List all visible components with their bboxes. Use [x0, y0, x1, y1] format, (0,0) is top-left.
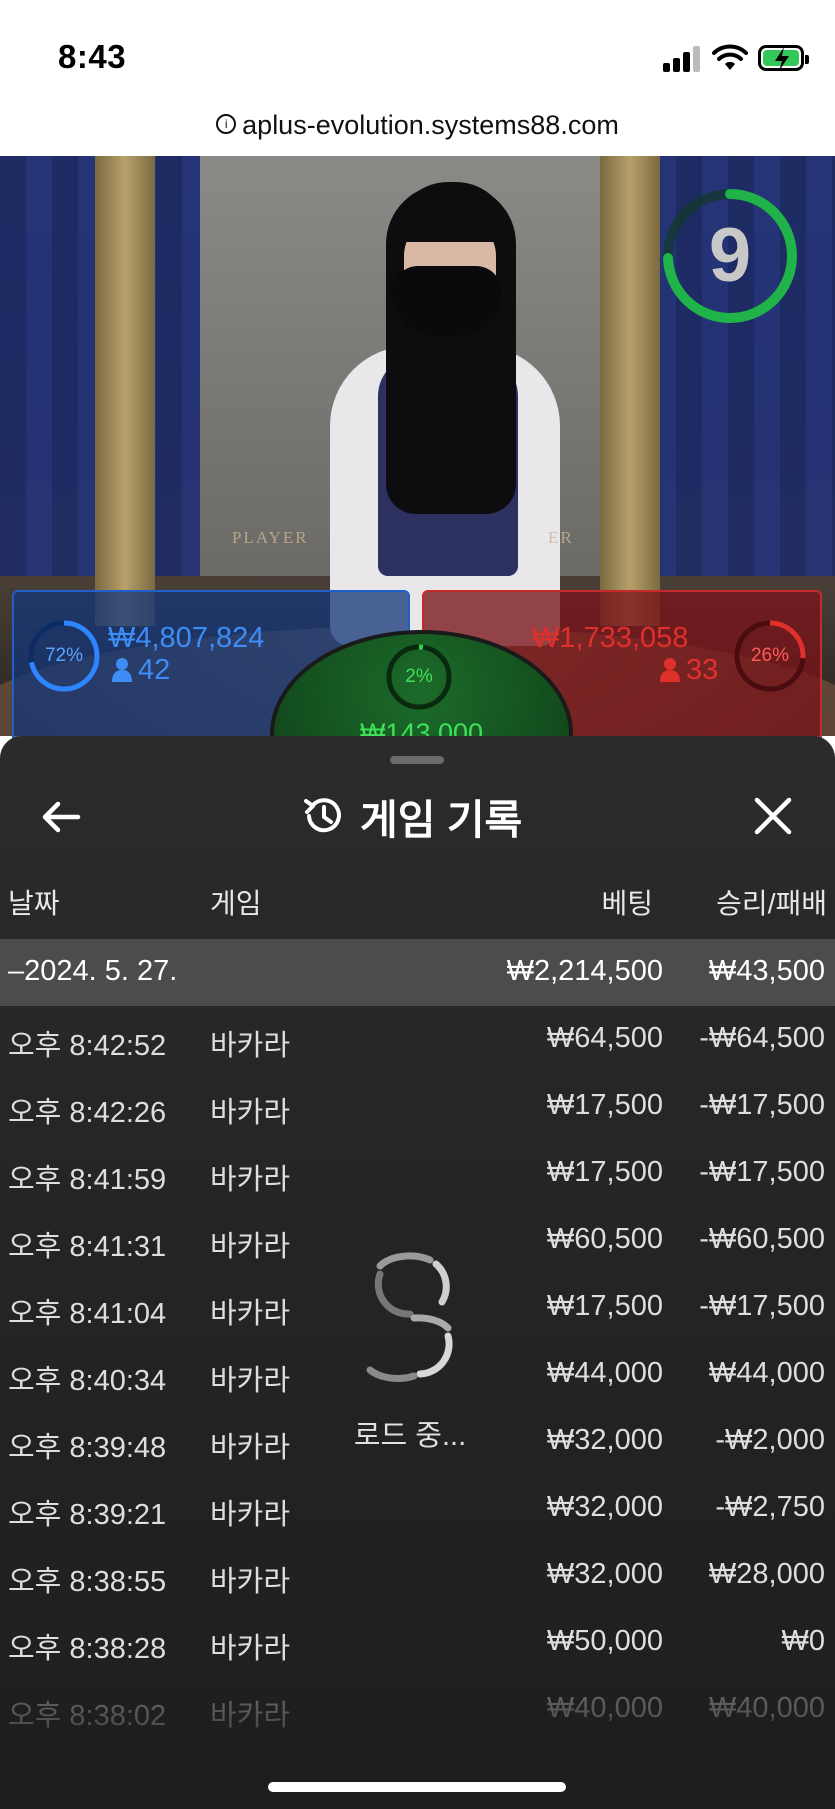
loading-text: 로드 중...	[353, 1420, 467, 1452]
countdown-number: 9	[708, 213, 752, 298]
tie-percent: 2%	[405, 666, 433, 687]
close-icon[interactable]	[745, 788, 801, 844]
history-row-time: 오후 8:40:34	[8, 1365, 167, 1397]
history-row-game: 바카라	[210, 1432, 291, 1464]
history-row[interactable]: 오후 8:42:52 바카라 ₩64,500 -₩64,500	[0, 1006, 835, 1073]
history-row-win-loss: ₩44,000	[708, 1357, 825, 1389]
history-row-game: 바카라	[210, 1097, 291, 1129]
dealer-mask	[392, 266, 502, 336]
banker-user-count: 33	[686, 654, 719, 686]
history-row-game: 바카라	[210, 1030, 291, 1062]
bet-statistics: 72% ₩4,807,824 42 ₩1,733,058 33 26% 2% ₩…	[0, 590, 835, 838]
history-row-bet: ₩17,500	[546, 1089, 663, 1121]
history-row-time: 오후 8:38:02	[8, 1700, 167, 1732]
history-row-time: 오후 8:41:31	[8, 1231, 167, 1263]
history-row-win-loss: -₩60,500	[699, 1223, 825, 1255]
history-row-time: 오후 8:38:55	[8, 1566, 167, 1598]
history-row-win-loss: -₩17,500	[699, 1089, 825, 1121]
player-user-icon	[112, 658, 132, 682]
history-row-time: 오후 8:42:52	[8, 1030, 167, 1062]
info-icon[interactable]: i	[216, 113, 237, 134]
history-row-game: 바카라	[210, 1633, 291, 1665]
history-row-time: 오후 8:41:04	[8, 1298, 167, 1330]
history-row-game: 바카라	[210, 1298, 291, 1330]
history-row-bet: ₩40,000	[546, 1692, 663, 1724]
history-row[interactable]: 오후 8:38:02 바카라 ₩40,000 ₩40,000	[0, 1676, 835, 1743]
history-clock-icon	[304, 798, 341, 833]
url-bar[interactable]: i aplus-evolution.systems88.com	[0, 100, 835, 156]
url-text: aplus-evolution.systems88.com	[242, 110, 619, 140]
history-row-time: 오후 8:41:59	[8, 1164, 167, 1196]
cellular-signal-icon	[663, 44, 703, 72]
history-row-time: 오후 8:39:48	[8, 1432, 167, 1464]
history-row-game: 바카라	[210, 1365, 291, 1397]
sheet-drag-handle[interactable]	[390, 756, 444, 764]
column-header-win-loss[interactable]: 승리/패배	[716, 882, 827, 922]
loading-indicator: 로드 중...	[330, 1252, 490, 1452]
status-bar: 8:43	[0, 0, 835, 100]
gold-pillar	[600, 156, 660, 626]
banker-bet-amount: ₩1,733,058	[532, 622, 689, 654]
date-group-win-loss-total: ₩43,500	[708, 955, 825, 987]
history-row[interactable]: 오후 8:41:59 바카라 ₩17,500 -₩17,500	[0, 1140, 835, 1207]
history-row[interactable]: 오후 8:39:21 바카라 ₩32,000 -₩2,750	[0, 1475, 835, 1542]
column-header-date[interactable]: 날짜	[8, 882, 60, 922]
history-row-win-loss: ₩40,000	[708, 1692, 825, 1724]
history-row-win-loss: -₩2,000	[715, 1424, 825, 1456]
history-row-time: 오후 8:42:26	[8, 1097, 167, 1129]
battery-icon	[758, 45, 809, 71]
history-row-win-loss: -₩2,750	[715, 1491, 825, 1523]
loading-spinner-icon	[366, 1252, 453, 1382]
column-header-bet[interactable]: 베팅	[601, 882, 653, 922]
sheet-title: 게임 기록	[360, 797, 523, 843]
sheet-title-group: 게임 기록	[300, 786, 522, 846]
date-group-row[interactable]: –2024. 5. 27. ₩2,214,500 ₩43,500	[0, 939, 835, 1006]
table-label-banker: ER	[548, 528, 574, 547]
history-row-game: 바카라	[210, 1700, 291, 1732]
history-row-win-loss: ₩28,000	[708, 1558, 825, 1590]
history-row-game: 바카라	[210, 1566, 291, 1598]
banker-percent: 26%	[750, 645, 790, 666]
history-row-bet: ₩17,500	[546, 1156, 663, 1188]
sheet-header: 게임 기록	[0, 772, 835, 862]
history-row-bet: ₩32,000	[546, 1558, 663, 1590]
player-percent: 72%	[44, 645, 84, 666]
wifi-icon	[712, 44, 748, 70]
history-row-bet: ₩17,500	[546, 1290, 663, 1322]
banker-user-icon	[660, 658, 680, 682]
date-group-date: –2024. 5. 27.	[8, 955, 178, 987]
history-row-win-loss: ₩0	[781, 1625, 826, 1657]
column-header-game[interactable]: 게임	[210, 882, 262, 922]
history-row-bet: ₩60,500	[546, 1223, 663, 1255]
history-row[interactable]: 오후 8:38:28 바카라 ₩50,000 ₩0	[0, 1609, 835, 1676]
history-row-game: 바카라	[210, 1499, 291, 1531]
history-row[interactable]: 오후 8:38:55 바카라 ₩32,000 ₩28,000	[0, 1542, 835, 1609]
gold-pillar	[95, 156, 155, 626]
history-row-win-loss: -₩17,500	[699, 1290, 825, 1322]
home-indicator[interactable]	[268, 1782, 566, 1792]
history-row[interactable]: 오후 8:42:26 바카라 ₩17,500 -₩17,500	[0, 1073, 835, 1140]
history-row-bet: ₩50,000	[546, 1625, 663, 1657]
history-row-bet: ₩64,500	[546, 1022, 663, 1054]
player-bet-amount: ₩4,807,824	[108, 622, 265, 654]
back-arrow-icon[interactable]	[34, 792, 92, 842]
history-row-win-loss: -₩17,500	[699, 1156, 825, 1188]
table-label-player: PLAYER	[232, 528, 309, 547]
status-time: 8:43	[58, 38, 127, 75]
history-row-game: 바카라	[210, 1231, 291, 1263]
player-user-count: 42	[138, 654, 171, 686]
history-row-bet: ₩32,000	[546, 1491, 663, 1523]
countdown-timer: 9	[660, 186, 800, 326]
history-row-time: 오후 8:38:28	[8, 1633, 167, 1665]
game-history-sheet: 게임 기록 날짜 게임 베팅 승리/패배 –2024. 5. 27. ₩2,21…	[0, 736, 835, 1809]
history-row-time: 오후 8:39:21	[8, 1499, 167, 1531]
history-row-bet: ₩32,000	[546, 1424, 663, 1456]
date-group-bet-total: ₩2,214,500	[506, 955, 663, 987]
history-row-win-loss: -₩64,500	[699, 1022, 825, 1054]
history-row-bet: ₩44,000	[546, 1357, 663, 1389]
history-row-game: 바카라	[210, 1164, 291, 1196]
